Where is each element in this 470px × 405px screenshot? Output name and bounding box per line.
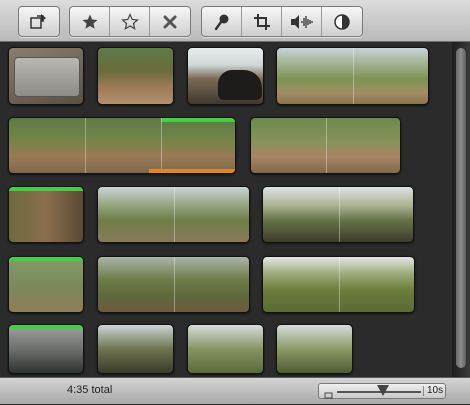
vertical-scrollbar[interactable] xyxy=(452,42,470,377)
clip-thumbnail[interactable] xyxy=(262,256,415,313)
clip-thumbnail[interactable] xyxy=(97,256,250,313)
import-button[interactable] xyxy=(19,7,59,36)
clip-thumbnail[interactable] xyxy=(8,256,84,313)
reject-button[interactable] xyxy=(150,7,190,36)
import-group xyxy=(18,6,60,37)
audio-adjust-icon xyxy=(290,14,314,30)
clip-divider xyxy=(174,187,175,242)
clip-thumbnail[interactable] xyxy=(8,117,236,174)
zoom-thumb[interactable] xyxy=(377,385,390,396)
clip-divider xyxy=(339,257,340,312)
favorite-marker xyxy=(9,325,83,329)
favorite-marker xyxy=(9,257,83,261)
clip-thumbnail[interactable] xyxy=(8,324,84,374)
import-icon xyxy=(30,13,48,30)
thumbnail-zoom-slider[interactable]: 10s xyxy=(318,383,446,399)
favorite-star-icon xyxy=(81,13,99,31)
unmark-star-icon xyxy=(120,12,139,31)
clip-frame-content xyxy=(14,57,80,97)
clip-thumbnail[interactable] xyxy=(250,117,401,174)
clip-divider xyxy=(85,118,86,173)
favorite-marker xyxy=(9,187,83,191)
voiceover-mic-icon xyxy=(214,13,230,31)
clip-divider xyxy=(326,118,327,173)
clip-divider xyxy=(353,48,354,104)
adjust-group xyxy=(201,6,363,37)
crop-icon xyxy=(253,13,270,30)
crop-button[interactable] xyxy=(242,7,282,36)
clip-thumbnail[interactable] xyxy=(187,47,264,105)
clip-thumbnail[interactable] xyxy=(8,47,84,105)
clip-thumbnail[interactable] xyxy=(97,47,174,105)
clip-thumbnail[interactable] xyxy=(8,186,84,243)
color-adjust-icon xyxy=(334,13,350,30)
clip-thumbnail[interactable] xyxy=(276,324,353,374)
clip-thumbnail[interactable] xyxy=(276,47,429,105)
voiceover-button[interactable] xyxy=(202,7,242,36)
rating-group xyxy=(69,6,191,37)
unmark-button[interactable] xyxy=(110,7,150,36)
zoom-divider xyxy=(423,386,424,396)
clip-divider xyxy=(174,257,175,312)
status-bar: 4:35 total 10s xyxy=(0,377,470,404)
mark-favorite-button[interactable] xyxy=(70,7,110,36)
clip-thumbnail[interactable] xyxy=(97,324,174,374)
total-duration: 4:35 total xyxy=(67,384,113,396)
audio-adjust-button[interactable] xyxy=(282,7,322,36)
event-browser xyxy=(0,42,452,377)
scroll-thumb[interactable] xyxy=(456,48,466,368)
toolbar xyxy=(0,0,470,42)
selection-marker xyxy=(149,169,235,173)
favorite-marker xyxy=(161,118,235,122)
zoom-duration-label: 10s xyxy=(427,385,444,396)
clip-divider xyxy=(161,118,162,173)
clip-thumbnail[interactable] xyxy=(97,186,250,243)
zoom-out-icon xyxy=(324,387,333,405)
clip-thumbnail[interactable] xyxy=(187,324,264,374)
clip-thumbnail[interactable] xyxy=(262,186,414,243)
color-adjust-button[interactable] xyxy=(322,7,362,36)
reject-x-icon xyxy=(163,15,177,29)
clip-divider xyxy=(339,187,340,242)
clip-frame-content xyxy=(218,70,262,100)
